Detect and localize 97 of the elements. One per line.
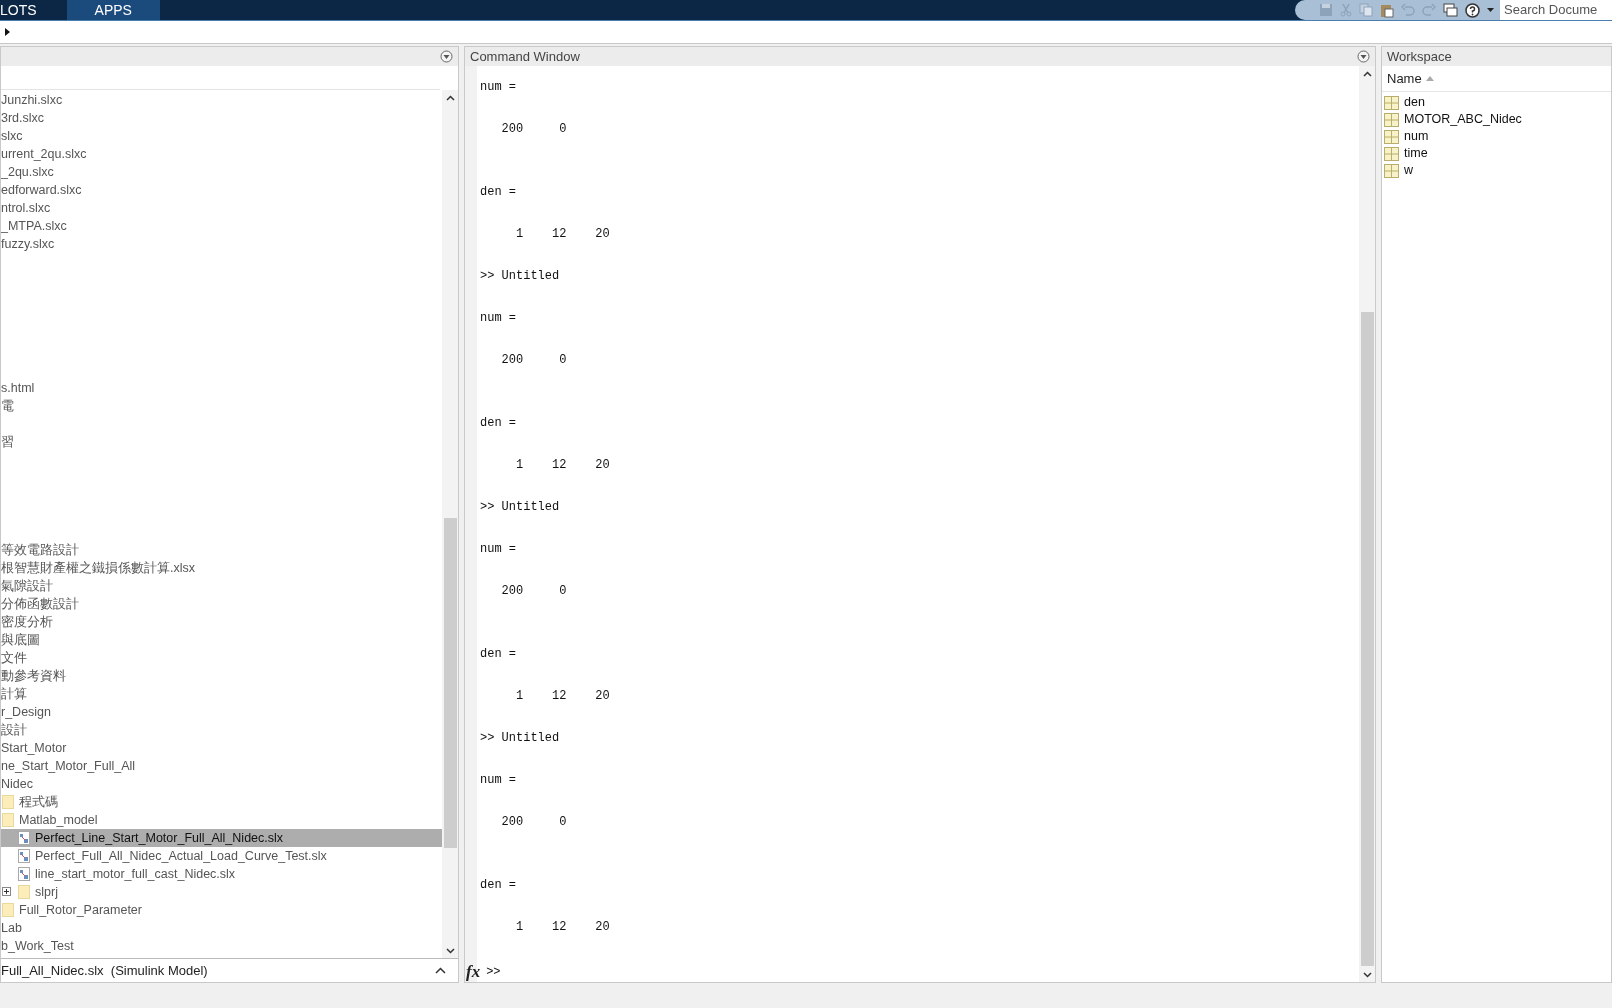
file-name[interactable]: Nidec [1, 774, 33, 794]
output-values: 200 0 [500, 122, 567, 136]
variable-icon [1384, 129, 1399, 144]
caret-icon[interactable] [1487, 7, 1494, 13]
file-name[interactable]: slxc [1, 126, 23, 146]
folder-icon [18, 885, 30, 899]
scroll-down-icon[interactable] [445, 948, 455, 954]
variable-name[interactable]: den [1404, 93, 1425, 112]
file-name[interactable]: 習 [1, 432, 14, 452]
scroll-down-icon[interactable] [1362, 972, 1372, 978]
file-name[interactable]: _MTPA.slxc [1, 216, 67, 236]
file-name[interactable]: s.html [1, 378, 35, 398]
file-name[interactable]: edforward.slxc [1, 180, 82, 200]
file-name[interactable]: Junzhi.slxc [1, 90, 63, 110]
file-name[interactable]: Perfect_Line_Start_Motor_Full_All_Nidec.slx [35, 828, 284, 848]
help-icon[interactable] [1465, 2, 1480, 18]
file-name[interactable]: 文件 [1, 648, 27, 668]
model-file-icon [18, 867, 30, 881]
command-prompt[interactable]: >> [486, 962, 501, 981]
model-file-icon [18, 849, 30, 863]
output-values: 200 0 [500, 815, 567, 829]
search-field[interactable]: Search Docume [1500, 0, 1612, 20]
paste-icon[interactable] [1380, 2, 1394, 18]
output-text: den = [480, 647, 516, 661]
file-name[interactable]: Start_Motor [1, 738, 67, 758]
folder-name[interactable]: Matlab_model [19, 810, 98, 830]
variable-icon [1384, 95, 1399, 110]
variable-name[interactable]: MOTOR_ABC_Nidec [1404, 110, 1522, 129]
file-name[interactable]: b_Work_Test [1, 936, 74, 956]
file-name[interactable]: Perfect_Full_All_Nidec_Actual_Load_Curve_Test.slx [35, 846, 327, 866]
ribbon-tab[interactable]: APPS [66, 0, 160, 20]
folder-name[interactable]: Full_Rotor_Parameter [19, 900, 142, 920]
variable-icon [1384, 146, 1399, 161]
output-values: 200 0 [500, 584, 567, 598]
selected-row[interactable]: Perfect_Line_Start_Motor_Full_All_Nidec.slx [1, 829, 442, 847]
details-text: Full_All_Nidec.slx (Simulink Model) [1, 961, 208, 980]
scrollbar[interactable] [442, 90, 458, 958]
function-browser-button[interactable]: fx [466, 959, 481, 985]
variable-icon [1384, 163, 1399, 178]
file-name[interactable]: r_Design [1, 702, 52, 722]
expand-icon[interactable] [2, 887, 11, 896]
output-values: 1 12 20 [515, 227, 610, 241]
command-line: >> Untitled [480, 731, 560, 745]
folder-icon [2, 795, 14, 809]
variable-name[interactable]: w [1404, 161, 1414, 180]
output-values: 1 12 20 [515, 689, 610, 703]
file-name[interactable]: 3rd.slxc [1, 108, 45, 128]
file-name[interactable]: ntrol.slxc [1, 198, 51, 218]
file-name[interactable]: _2qu.slxc [1, 162, 54, 182]
file-name[interactable]: Lab [1, 918, 22, 938]
file-name[interactable]: 分佈函數設計 [1, 594, 79, 614]
output-text: num = [480, 773, 516, 787]
panel-title: Workspace [1387, 47, 1452, 66]
scroll-up-icon[interactable] [445, 95, 455, 101]
output-text: num = [480, 80, 516, 94]
file-name[interactable]: 動參考資料 [1, 666, 66, 686]
file-name[interactable]: 設計 [1, 720, 27, 740]
file-name[interactable]: 計算 [1, 684, 27, 704]
command-line: >> Untitled [480, 269, 560, 283]
scroll-thumb[interactable] [1360, 312, 1374, 966]
model-file-icon [18, 831, 30, 845]
file-name[interactable]: fuzzy.slxc [1, 234, 55, 254]
scroll-thumb[interactable] [443, 518, 457, 848]
folder-name[interactable]: 程式碼 [19, 792, 58, 812]
output-text: den = [480, 185, 516, 199]
folder-name[interactable]: slprj [35, 882, 58, 902]
panel-menu-icon[interactable] [440, 50, 453, 63]
file-name[interactable]: ne_Start_Motor_Full_All [1, 756, 136, 776]
scrollbar[interactable] [1359, 66, 1375, 982]
output-values: 200 0 [500, 353, 567, 367]
file-name[interactable]: 密度分析 [1, 612, 53, 632]
folder-icon [2, 813, 14, 827]
output-values: 1 12 20 [515, 920, 610, 934]
windows-icon[interactable] [1443, 3, 1458, 17]
scroll-up-icon[interactable] [1362, 71, 1372, 77]
file-name[interactable]: 氣隙設計 [1, 576, 53, 596]
output-values: 1 12 20 [515, 458, 610, 472]
panel-title: Command Window [470, 47, 580, 66]
file-name[interactable]: urrent_2qu.slxc [1, 144, 87, 164]
file-name[interactable]: 等效電路設計 [1, 540, 79, 560]
folder-icon [2, 903, 14, 917]
expand-up-icon[interactable] [435, 967, 446, 974]
play-arrow-icon[interactable] [5, 28, 10, 36]
output-text: den = [480, 878, 516, 892]
variable-icon [1384, 112, 1399, 127]
output-text: num = [480, 542, 516, 556]
output-text: den = [480, 416, 516, 430]
panel-menu-icon[interactable] [1357, 50, 1370, 63]
file-name[interactable]: line_start_motor_full_cast_Nidec.slx [35, 864, 236, 884]
command-line: >> Untitled [480, 500, 560, 514]
file-name[interactable]: 電 [1, 396, 14, 416]
output-text: num = [480, 311, 516, 325]
variable-name[interactable]: num [1404, 127, 1429, 146]
file-name[interactable]: 根智慧財產權之鐵損係數計算.xlsx [1, 558, 195, 578]
file-name[interactable]: 與底圖 [1, 630, 40, 650]
column-header[interactable]: Name [1382, 66, 1611, 92]
variable-name[interactable]: time [1404, 144, 1428, 163]
